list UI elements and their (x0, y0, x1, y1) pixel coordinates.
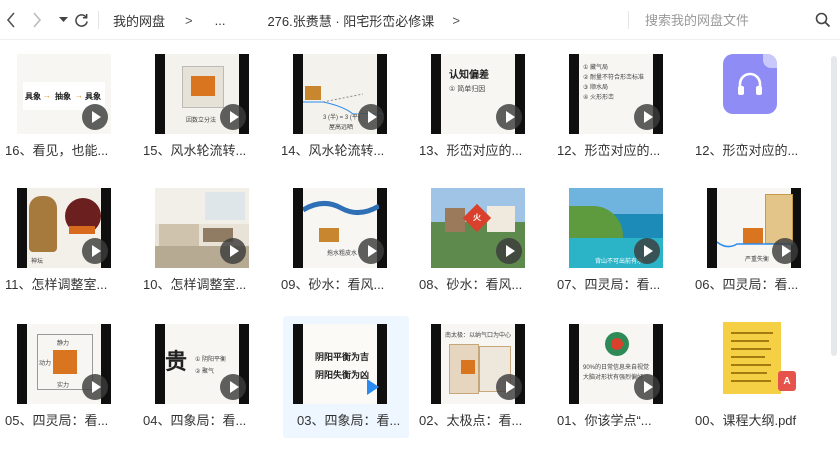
toolbar-divider (98, 11, 99, 29)
play-icon (496, 104, 522, 130)
play-icon (82, 374, 108, 400)
video-thumbnail: 静力 动力 实力 (17, 324, 111, 404)
video-thumbnail: ① 藏气局 ② 耐量不符合形峦标准 ③ 顺水局 ④ 火形形峦 (569, 54, 663, 134)
play-icon (220, 238, 246, 264)
play-icon (82, 104, 108, 130)
breadcrumb-ellipsis[interactable]: ... (215, 13, 226, 28)
file-name: 08、砂水：看风... (419, 277, 523, 292)
file-name: 15、风水轮流转... (143, 143, 247, 158)
file-item[interactable]: 神坛 11、怎样调整室... (1, 174, 127, 296)
breadcrumb-current[interactable]: 276.张赉慧 · 阳宅形峦必修课 (267, 11, 434, 30)
file-name: 03、四象局：看... (297, 413, 401, 428)
play-icon (220, 374, 246, 400)
file-name: 01、你该学点“... (557, 413, 652, 428)
audio-file-icon (723, 54, 777, 114)
file-item[interactable]: 拖水粗皮水 09、砂水：看风... (277, 174, 403, 296)
file-item[interactable]: ① 藏气局 ② 耐量不符合形峦标准 ③ 顺水局 ④ 火形形峦 12、形峦对应的.… (553, 40, 679, 162)
play-icon (358, 238, 384, 264)
video-thumbnail: 阴阳平衡为吉 阴阳失衡为凶 (293, 324, 387, 404)
search-input[interactable] (645, 12, 805, 28)
breadcrumb: 我的网盘 > ... 276.张赉慧 · 阳宅形峦必修课 > (113, 0, 478, 40)
file-name: 16、看见，也能... (5, 143, 109, 158)
file-name: 13、形峦对应的... (419, 143, 523, 158)
scrollbar[interactable] (831, 40, 838, 457)
file-item[interactable]: A 00、课程大纲.pdf (691, 310, 817, 432)
back-icon[interactable] (0, 8, 22, 32)
video-thumbnail: 因数立分法 (155, 54, 249, 134)
play-icon (634, 238, 660, 264)
video-thumbnail (155, 188, 249, 268)
breadcrumb-root[interactable]: 我的网盘 (113, 11, 165, 30)
file-name: 07、四灵局：看... (557, 277, 661, 292)
play-icon (772, 238, 798, 264)
file-item[interactable]: 背山不可出前有水 07、四灵局：看... (553, 174, 679, 296)
refresh-icon[interactable] (70, 8, 92, 32)
file-item[interactable]: 10、怎样调整室... (139, 174, 265, 296)
play-icon (634, 104, 660, 130)
file-item[interactable]: 因数立分法 15、风水轮流转... (139, 40, 265, 162)
video-thumbnail: 神坛 (17, 188, 111, 268)
forward-icon[interactable] (26, 8, 48, 32)
search-icon[interactable] (815, 12, 831, 28)
file-item[interactable]: 具象 → 抽象 → 具象 16、看见，也能... (1, 40, 127, 162)
play-icon (358, 104, 384, 130)
file-item[interactable]: 认知偏差 ① 简单归因 13、形峦对应的... (415, 40, 541, 162)
file-item[interactable]: 90%的日常信息来自视觉 大脑对形状有强烈偏好 01、你该学点“... (553, 310, 679, 432)
breadcrumb-end-separator[interactable]: > (452, 13, 460, 28)
pdf-thumbnail (723, 322, 781, 394)
file-name: 14、风水轮流转... (281, 143, 385, 158)
file-name: 09、砂水：看风... (281, 277, 385, 292)
file-item[interactable]: 贵 ① 阴阳平衡 ② 聚气 04、四象局：看... (139, 310, 265, 432)
file-name: 04、四象局：看... (143, 413, 247, 428)
video-thumbnail: 具象 → 抽象 → 具象 (17, 54, 111, 134)
play-icon (634, 374, 660, 400)
file-name: 12、形峦对应的... (557, 143, 661, 158)
file-name: 05、四灵局：看... (5, 413, 109, 428)
video-thumbnail: 火 (431, 188, 525, 268)
play-icon (358, 374, 384, 400)
file-item[interactable]: 12、形峦对应的... (691, 40, 817, 162)
top-toolbar: 我的网盘 > ... 276.张赉慧 · 阳宅形峦必修课 > (0, 0, 840, 40)
scrollbar-thumb[interactable] (831, 56, 837, 356)
video-thumbnail: 认知偏差 ① 简单归因 (431, 54, 525, 134)
pdf-icon: A (778, 371, 796, 391)
file-name: 06、四灵局：看... (695, 277, 799, 292)
file-item[interactable]: 南太极：以纳气口为中心 02、太极点：看... (415, 310, 541, 432)
file-item[interactable]: 静力 动力 实力 05、四灵局：看... (1, 310, 127, 432)
file-name: 10、怎样调整室... (143, 277, 247, 292)
play-icon (496, 238, 522, 264)
file-name: 02、太极点：看... (419, 413, 523, 428)
video-thumbnail: 背山不可出前有水 (569, 188, 663, 268)
file-item-selected[interactable]: ✓ 阴阳平衡为吉 阴阳失衡为凶 03、四象局：看... (283, 316, 409, 438)
file-name: 12、形峦对应的... (695, 143, 799, 158)
file-item[interactable]: 严重失衡 06、四灵局：看... (691, 174, 817, 296)
play-icon (220, 104, 246, 130)
file-name: 11、怎样调整室... (5, 277, 108, 292)
video-thumbnail: 3 (半) = 3 (平) 屋高远晒 (293, 54, 387, 134)
play-icon (82, 238, 108, 264)
search-box (645, 0, 840, 40)
file-item[interactable]: 火 08、砂水：看风... (415, 174, 541, 296)
video-thumbnail: 90%的日常信息来自视觉 大脑对形状有强烈偏好 (569, 324, 663, 404)
file-name: 00、课程大纲.pdf (695, 413, 797, 428)
file-item[interactable]: 3 (半) = 3 (平) 屋高远晒 14、风水轮流转... (277, 40, 403, 162)
breadcrumb-separator: > (185, 12, 193, 28)
play-icon (496, 374, 522, 400)
video-thumbnail: 严重失衡 (707, 188, 801, 268)
video-thumbnail: 贵 ① 阴阳平衡 ② 聚气 (155, 324, 249, 404)
search-divider (628, 11, 629, 29)
video-thumbnail: 拖水粗皮水 (293, 188, 387, 268)
video-thumbnail: 南太极：以纳气口为中心 (431, 324, 525, 404)
